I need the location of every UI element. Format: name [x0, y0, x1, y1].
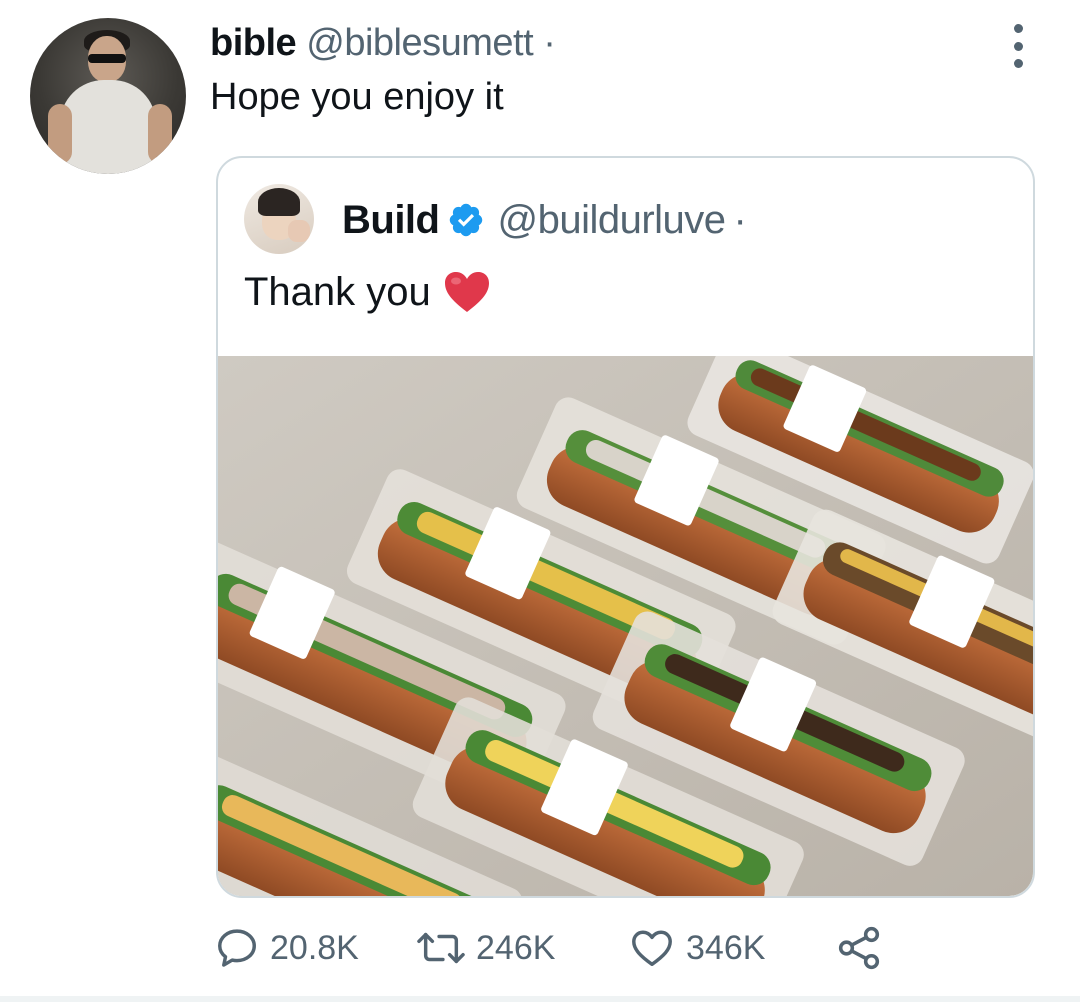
- retweet-icon: [417, 932, 465, 964]
- avatar-hand: [288, 220, 310, 242]
- more-dot: [1013, 59, 1023, 68]
- retweet-count: 246K: [476, 928, 556, 967]
- quoted-tweet-text-row: Thank you: [244, 268, 491, 316]
- share-icon: [838, 926, 880, 970]
- reply-count: 20.8K: [270, 928, 359, 967]
- tweet-text: Hope you enjoy it: [210, 76, 504, 118]
- more-dot: [1013, 24, 1023, 33]
- reply-button[interactable]: 20.8K: [214, 920, 359, 976]
- quoted-author-display-name[interactable]: Build: [342, 196, 440, 244]
- avatar-arm-left: [48, 104, 72, 164]
- retweet-button[interactable]: 246K: [416, 920, 555, 976]
- tweet-divider: [0, 996, 1080, 1002]
- quoted-tweet-text: Thank you: [244, 270, 431, 314]
- red-heart-emoji-icon: [443, 270, 491, 314]
- quoted-author-handle[interactable]: @buildurluve: [497, 196, 726, 244]
- quoted-tweet-photo[interactable]: [218, 356, 1033, 896]
- more-dot: [1013, 41, 1023, 51]
- tweet-header: bible @biblesumett ·: [210, 20, 556, 66]
- sandwich-boxes-photo: [218, 356, 1033, 896]
- like-count: 346K: [686, 928, 766, 967]
- avatar-sunglasses: [88, 54, 126, 63]
- author-handle[interactable]: @biblesumett: [306, 22, 533, 64]
- heart-icon: [632, 930, 672, 967]
- comment-icon: [218, 929, 256, 967]
- avatar-hair: [258, 188, 300, 216]
- header-separator: ·: [543, 22, 556, 64]
- share-button[interactable]: [834, 920, 884, 976]
- avatar-arm-right: [148, 104, 172, 164]
- author-display-name[interactable]: bible: [210, 22, 297, 64]
- quoted-header-separator: ·: [733, 198, 747, 242]
- like-button[interactable]: 346K: [628, 920, 765, 976]
- avatar-torso: [60, 80, 156, 174]
- more-vertical-icon[interactable]: [1000, 24, 1036, 68]
- tweet-action-bar: 20.8K 246K 346K: [210, 920, 910, 976]
- quoted-author-avatar[interactable]: [244, 184, 314, 254]
- author-avatar[interactable]: [30, 18, 186, 174]
- verified-badge-icon: [447, 201, 485, 239]
- quoted-tweet-card[interactable]: Build @buildurluve · Thank you: [216, 156, 1035, 898]
- quoted-tweet-header: Build @buildurluve ·: [342, 196, 747, 244]
